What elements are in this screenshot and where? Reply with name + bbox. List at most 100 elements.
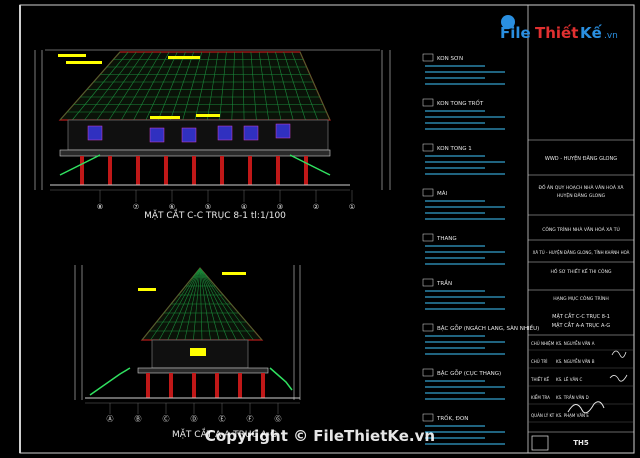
stilt-pillar — [169, 373, 173, 398]
stilt-pillar — [276, 156, 280, 185]
axis-label: Ⓐ — [107, 415, 114, 423]
yellow-tag — [168, 56, 200, 59]
window — [149, 127, 165, 143]
signature-2 — [609, 374, 628, 382]
legend-label: BẬC GỖP (CỤC THANG) — [437, 369, 501, 377]
section-cc: ⑧ ⑦ ⑥ ⑤ ④ ③ ② ① MẶT CẮT C-C TRỤC 8-1 tl:1/100 — [34, 49, 391, 221]
tb-location: XÃ TÚ - HUYỆN ĐĂNG GLONG, TỈNH KHÁNH HOÀ — [533, 250, 630, 255]
logo-middle: Thiết — [535, 23, 578, 42]
legend-label: TRỐK, ĐON — [436, 414, 468, 422]
axis-row-aa: Ⓐ Ⓑ Ⓒ Ⓓ Ⓔ Ⓕ Ⓖ — [107, 403, 282, 423]
tb-sheet-name-1: MẶT CẮT C-C TRỤC 8-1 — [552, 312, 610, 320]
cad-drawing-canvas: ⑧ ⑦ ⑥ ⑤ ④ ③ ② ① MẶT CẮT C-C TRỤC 8-1 tl:1/100 Ⓐ… — [19, 4, 635, 454]
stilt-pillar — [238, 373, 242, 398]
tb-category: HẠNG MỤC CÔNG TRÌNH — [553, 295, 608, 302]
logo-graphic: File Thiết Kế .vn — [500, 15, 618, 42]
tb-signature-rows: CHỦ NHIỆM KS. NGUYỄN VĂN A CHỦ TRÌ KS. NGUY… — [528, 341, 634, 423]
legend-swatch — [422, 233, 434, 242]
legend-swatch — [422, 53, 434, 62]
axis-label: ① — [349, 203, 355, 211]
tb-sheet-code: TH5 — [573, 439, 589, 447]
window — [217, 125, 233, 141]
site-logo: File Thiết Kế .vn — [498, 8, 626, 48]
tb-name: KS. PHẠM VĂN E — [556, 413, 589, 418]
legend-label: BẬC GỖP (NGÁCH LANG, SÀN NHIỀU) — [437, 324, 539, 332]
tb-client: WWD - HUYỆN ĐĂNG GLONG — [545, 154, 617, 162]
tb-name: KS. NGUYỄN VĂN A — [556, 341, 595, 346]
tb-name: KS. NGUYỄN VĂN B — [556, 359, 595, 364]
tb-role: KIỂM TRA — [531, 395, 550, 400]
tb-name: KS. LÊ VĂN C — [556, 377, 582, 382]
yellow-tag — [66, 61, 102, 64]
axis-label: Ⓕ — [247, 415, 254, 423]
yellow-tag — [138, 288, 156, 291]
floor-deck-aa — [137, 367, 269, 374]
window — [243, 125, 259, 141]
stair-right-aa — [269, 367, 293, 391]
legend-swatch — [422, 188, 434, 197]
tb-project-2: HUYỆN ĐĂNG GLONG — [557, 191, 606, 199]
axis-label: Ⓑ — [135, 415, 142, 423]
legend-swatch — [422, 413, 434, 422]
stilt-pillar — [192, 156, 196, 185]
interior-item — [190, 348, 206, 356]
yellow-tag — [196, 114, 220, 117]
tb-role: THIẾT KẾ — [530, 376, 549, 382]
pillars-aa — [146, 373, 265, 398]
legend-swatch — [422, 143, 434, 152]
stilt-pillar — [304, 156, 308, 185]
legend-label: TRẦN — [436, 279, 452, 287]
pillars-cc — [80, 156, 308, 185]
axis-label: ③ — [277, 203, 283, 211]
signature-3 — [567, 401, 605, 414]
tb-role: CHỦ NHIỆM — [531, 341, 555, 346]
axis-row-cc: ⑧ ⑦ ⑥ ⑤ ④ ③ ② ① — [97, 190, 355, 211]
legend-label: KON SƠN — [437, 56, 463, 62]
stilt-pillar — [80, 156, 84, 185]
legend-swatch — [422, 368, 434, 377]
floor-deck-cc — [59, 149, 331, 157]
axis-label: Ⓒ — [163, 415, 170, 423]
legend-swatch — [422, 323, 434, 332]
tb-work: CÔNG TRÌNH NHÀ VĂN HOÁ XÃ TÚ — [542, 226, 620, 233]
company-stamp-icon — [531, 435, 549, 451]
axis-label: Ⓔ — [219, 415, 226, 423]
axis-label: Ⓓ — [191, 415, 198, 423]
stair-right-cc — [289, 154, 331, 176]
stilt-pillar — [136, 156, 140, 185]
stilt-pillar — [220, 156, 224, 185]
tb-name: KS. TRẦN VĂN D — [556, 395, 589, 400]
section-cc-title: MẶT CẮT C-C TRỤC 8-1 tl:1/100 — [144, 208, 286, 221]
yellow-tag — [58, 54, 86, 57]
legend-label: MÁI — [437, 190, 448, 197]
window — [181, 127, 197, 143]
axis-label: ⑥ — [169, 203, 175, 211]
tb-sheet-name-2: MẶT CẮT A-A TRỤC A-G — [552, 321, 611, 329]
axis-label: ⑧ — [97, 203, 103, 211]
stilt-pillar — [164, 156, 168, 185]
legend-label: KON TONG TRỐT — [437, 99, 484, 107]
axis-label: ④ — [241, 203, 247, 211]
stilt-pillar — [108, 156, 112, 185]
logo-suffix: Kế — [580, 23, 603, 42]
yellow-tag — [150, 116, 180, 119]
legend-swatch — [422, 98, 434, 107]
title-block: WWD - HUYỆN ĐĂNG GLONG ĐỒ ÁN QUY HOẠCH N… — [527, 4, 635, 454]
stilt-pillar — [261, 373, 265, 398]
legend-label: KON TONG 1 — [437, 146, 472, 152]
tb-role: QUẢN LÝ KT — [531, 413, 555, 418]
stair-left-aa — [89, 367, 131, 396]
legend-swatch — [422, 278, 434, 287]
axis-label: ⑦ — [133, 203, 139, 211]
axis-label: ② — [313, 203, 319, 211]
tb-project: ĐỒ ÁN QUY HOẠCH NHÀ VĂN HOÁ XÃ — [538, 182, 624, 191]
section-aa: Ⓐ Ⓑ Ⓒ Ⓓ Ⓔ Ⓕ Ⓖ MẶT CẮT A-A TRỤC A-G — [74, 265, 301, 440]
window — [87, 125, 103, 141]
stilt-pillar — [146, 373, 150, 398]
logo-tld: .vn — [604, 31, 618, 41]
axis-label: ⑤ — [205, 203, 211, 211]
tb-stage: HỒ SƠ THIẾT KẾ THI CÔNG — [551, 266, 612, 275]
yellow-tag — [222, 272, 246, 275]
stilt-pillar — [248, 156, 252, 185]
logo-prefix: File — [500, 24, 531, 42]
